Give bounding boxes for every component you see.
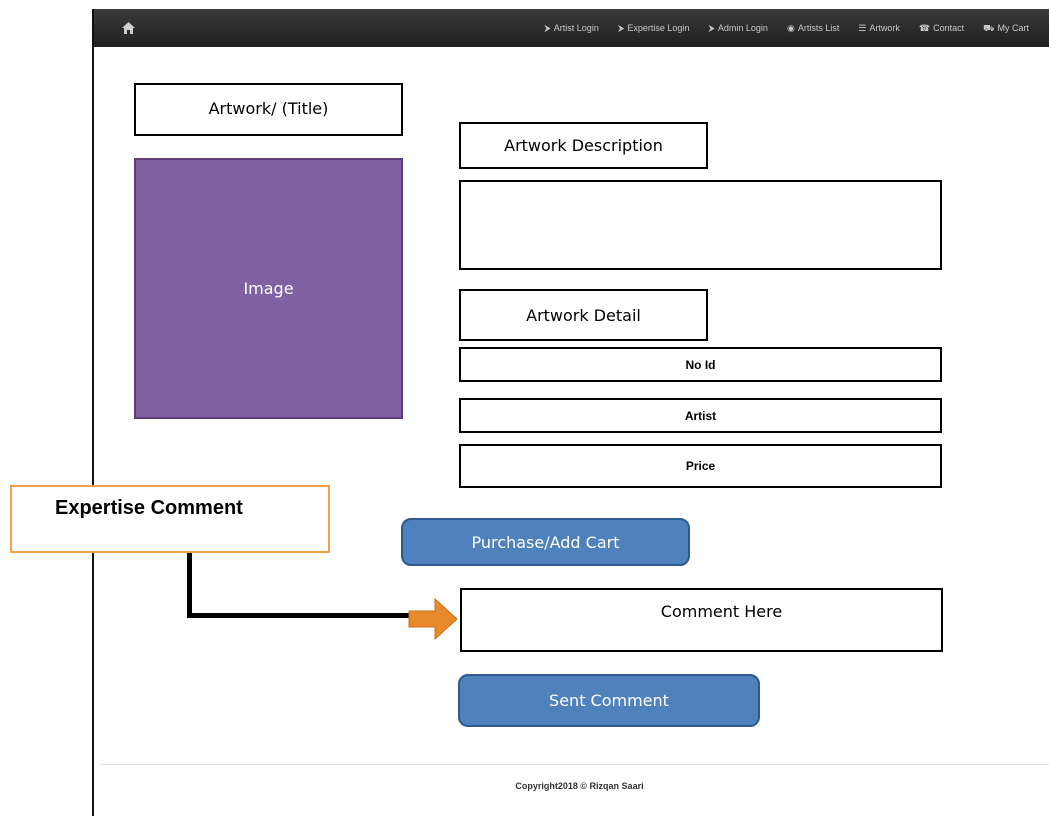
nav-label: Admin Login [717,23,768,33]
nav-artists-list[interactable]: ◉ Artists List [787,23,839,33]
cart-icon: ⛟ [983,22,995,33]
description-text [459,180,942,270]
sign-in-icon: ⮞ [544,22,551,33]
send-comment-button[interactable]: Sent Comment [458,674,760,727]
nav-label: Artists List [797,23,840,33]
home-icon[interactable] [120,21,136,35]
detail-id: No Id [459,347,942,382]
sign-in-icon: ⮞ [617,22,625,33]
footer-divider [100,764,1049,765]
nav-label: My Cart [997,23,1030,33]
description-heading: Artwork Description [459,122,708,169]
nav-expertise-login[interactable]: ⮞ Expertise Login [618,23,690,33]
arrow-right-icon [408,597,458,641]
nav-label: Artist Login [553,23,599,33]
sign-in-icon: ⮞ [708,22,715,33]
purchase-add-cart-button[interactable]: Purchase/Add Cart [401,518,690,566]
nav-contact[interactable]: ☎ Contact [919,23,964,33]
image-label: Image [243,279,294,298]
list-icon: ☰ [858,22,867,33]
callout-connector [187,613,412,618]
page-border [92,9,94,816]
globe-icon: ◉ [786,22,795,33]
nav-label: Expertise Login [627,23,690,33]
expertise-comment-callout: Expertise Comment [10,485,330,553]
nav-menu: ⮞ Artist Login ⮞ Expertise Login ⮞ Admin… [544,9,1029,47]
nav-admin-login[interactable]: ⮞ Admin Login [708,23,768,33]
artwork-title: Artwork/ (Title) [134,83,403,136]
artwork-image: Image [134,158,403,419]
nav-artwork[interactable]: ☰ Artwork [858,23,900,33]
detail-heading: Artwork Detail [459,289,708,341]
detail-artist: Artist [459,398,942,433]
nav-artist-login[interactable]: ⮞ Artist Login [544,23,599,33]
detail-price: Price [459,444,942,488]
phone-icon: ☎ [918,22,931,33]
nav-label: Artwork [869,23,900,33]
footer-copyright: Copyright2018 © Rizqan Saari [515,781,644,791]
nav-label: Contact [933,23,965,33]
top-navbar: ⮞ Artist Login ⮞ Expertise Login ⮞ Admin… [94,9,1049,47]
comment-input[interactable]: Comment Here [460,588,943,652]
nav-my-cart[interactable]: ⛟ My Cart [983,23,1029,33]
callout-connector [187,553,192,618]
